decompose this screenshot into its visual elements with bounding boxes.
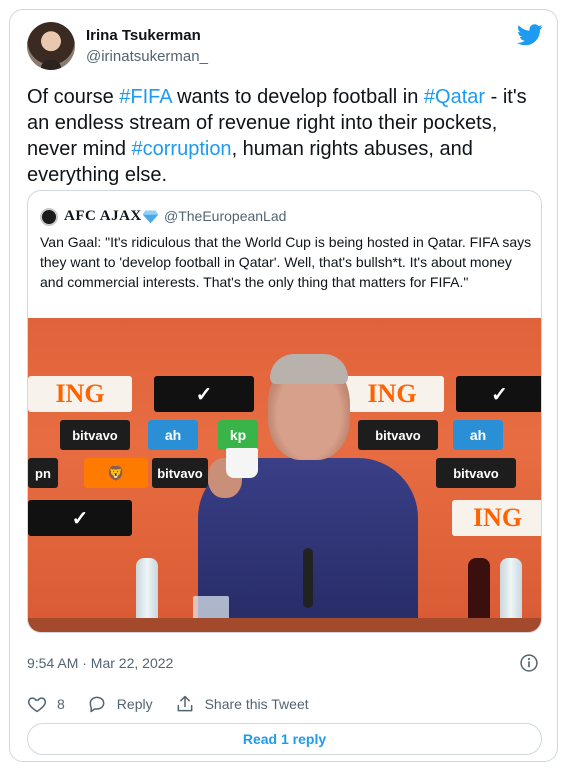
microphone [303, 548, 313, 608]
sponsor-logo: bitvavo [436, 458, 516, 488]
tweet-actions: 8 Reply Share this Tweet [27, 692, 331, 716]
sponsor-logo: bitvavo [60, 420, 130, 450]
press-conference-photo[interactable]: ING ✓ ING ✓ bitvavo ah kp bitvavo ah pn … [28, 318, 541, 632]
diamond-icon [142, 210, 159, 224]
hashtag-qatar[interactable]: #Qatar [424, 86, 485, 108]
author-name[interactable]: Irina Tsukerman [86, 27, 201, 44]
press-table [28, 618, 541, 632]
nike-logo: ✓ [456, 376, 541, 412]
like-count: 8 [57, 696, 65, 712]
share-label: Share this Tweet [204, 696, 309, 712]
lion-logo: 🦁 [84, 458, 148, 488]
read-replies-button[interactable]: Read 1 reply [27, 723, 542, 755]
quoted-author-name[interactable]: AFC AJAX [64, 208, 142, 225]
hashtag-fifa[interactable]: #FIFA [119, 86, 171, 108]
coffee-cup [226, 448, 258, 478]
share-icon [177, 695, 193, 712]
quoted-tweet[interactable]: AFC AJAX @TheEuropeanLad Van Gaal: "It's… [27, 190, 542, 633]
sponsor-logo: pn [28, 458, 58, 488]
share-button[interactable]: Share this Tweet [175, 694, 309, 714]
speaker [178, 354, 418, 632]
quoted-author-handle[interactable]: @TheEuropeanLad [164, 208, 286, 224]
author-avatar[interactable] [27, 22, 75, 70]
reply-button[interactable]: Reply [87, 694, 153, 714]
speaker-hair [270, 354, 348, 384]
quoted-tweet-text: Van Gaal: "It's ridiculous that the Worl… [40, 234, 532, 290]
reply-bubble-icon [89, 696, 105, 713]
sponsor-logo: ING [28, 376, 132, 412]
tweet-timestamp[interactable]: 9:54 AM · Mar 22, 2022 [27, 655, 173, 671]
sponsor-logo: ING [452, 500, 541, 536]
tweet-card: Irina Tsukerman @irinatsukerman_ Of cour… [9, 9, 558, 762]
reply-label: Reply [116, 696, 153, 712]
info-icon[interactable] [519, 653, 539, 673]
tweet-text-part: wants to develop football in [171, 86, 424, 108]
nike-logo: ✓ [28, 500, 132, 536]
quoted-author-avatar[interactable] [40, 208, 58, 226]
like-button[interactable]: 8 [27, 694, 65, 714]
twitter-bird-icon[interactable] [517, 24, 543, 46]
tweet-text: Of course #FIFA wants to develop footbal… [27, 84, 547, 188]
hashtag-corruption[interactable]: #corruption [132, 138, 232, 160]
author-handle[interactable]: @irinatsukerman_ [86, 48, 208, 65]
heart-icon [27, 697, 47, 713]
ah-logo: ah [453, 420, 503, 450]
tweet-text-part: Of course [27, 86, 120, 108]
